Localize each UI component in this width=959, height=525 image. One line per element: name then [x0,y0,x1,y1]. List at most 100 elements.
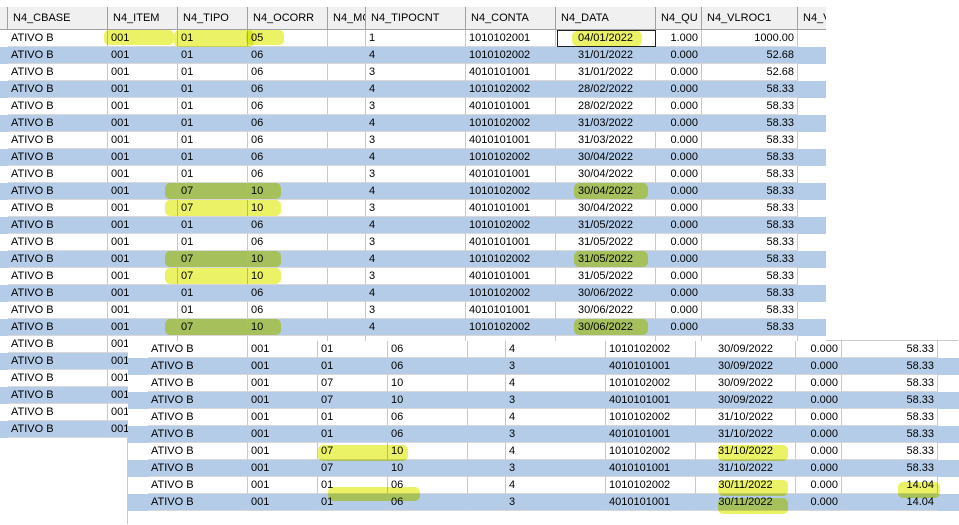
table-cell[interactable]: 0.000 [656,115,702,132]
table-cell[interactable]: 0.000 [656,149,702,166]
table-cell[interactable]: 10 [388,375,468,392]
table-cell[interactable]: 4010101001 [606,494,696,511]
table-cell[interactable]: 1010102002 [466,319,556,336]
table-cell[interactable]: 1010102002 [466,183,556,200]
table-cell[interactable] [468,494,506,511]
table-row[interactable]: ATIVO B 001 01 06 3 4010101001 31/10/2022 0.000… [128,426,959,443]
table-cell[interactable]: 001 [248,460,318,477]
table-cell[interactable]: ATIVO B [8,234,108,251]
table-cell[interactable]: 4010101001 [466,268,556,285]
table-cell[interactable]: 06 [248,81,328,98]
table-cell[interactable] [468,477,506,494]
table-cell[interactable]: 58.33 [842,358,938,375]
table-cell[interactable]: 07 [318,460,388,477]
table-cell[interactable]: 0.000 [796,460,842,477]
table-cell[interactable]: 31/01/2022 [556,64,656,81]
table-row[interactable]: ATIVO B 001 01 06 3 4010101001 30/09/2022 0.000… [128,358,959,375]
table-cell[interactable]: 4010101001 [606,426,696,443]
table-cell[interactable]: 58.33 [702,234,798,251]
table-cell[interactable] [328,47,366,64]
table-cell[interactable]: 4010101001 [606,358,696,375]
table-cell[interactable]: 06 [248,149,328,166]
table-cell[interactable]: 0.000 [656,234,702,251]
table-cell[interactable]: 0.000 [656,285,702,302]
table-cell[interactable]: 07 [318,375,388,392]
table-cell[interactable]: 4 [506,477,606,494]
table-cell[interactable]: 1010102002 [466,285,556,302]
table-row[interactable]: ATIVO B00107104101010200230/06/20220.000… [0,319,826,336]
table-cell[interactable]: ATIVO B [148,375,248,392]
table-cell[interactable]: 001 [108,166,178,183]
table-cell[interactable]: 06 [388,426,468,443]
table-cell[interactable]: 0.000 [796,341,842,358]
table-cell[interactable]: 58.33 [702,285,798,302]
table-cell[interactable]: ATIVO B [148,426,248,443]
column-header[interactable]: N4_ITEM [108,7,178,29]
table-cell[interactable] [328,30,366,47]
table-cell[interactable] [468,392,506,409]
table-cell[interactable] [328,98,366,115]
table-cell[interactable]: 58.33 [702,217,798,234]
table-row[interactable]: ATIVO B 001 01 06 3 4010101001 31/05/2022 0.000… [0,234,826,251]
table-cell[interactable]: ATIVO B [148,443,248,460]
table-cell[interactable] [328,149,366,166]
table-cell[interactable]: ATIVO B [8,217,108,234]
table-cell[interactable]: 31/05/2022 [556,234,656,251]
column-header[interactable]: N4_CONTA [466,7,556,29]
table-cell[interactable]: 06 [388,358,468,375]
table-cell[interactable]: 3 [506,358,606,375]
column-header[interactable]: N4_VLROC1 [702,7,798,29]
table-cell[interactable]: 31/05/2022 [556,268,656,285]
table-cell[interactable]: 58.33 [702,132,798,149]
table-cell[interactable]: 4010101001 [606,460,696,477]
table-cell[interactable]: 01 [178,149,248,166]
table-cell[interactable]: 0.000 [656,132,702,149]
table-cell[interactable]: 31/03/2022 [556,132,656,149]
table-cell[interactable]: ATIVO B [148,477,248,494]
table-cell[interactable]: 10 [388,392,468,409]
table-cell[interactable]: 0.000 [796,392,842,409]
table-cell[interactable]: ATIVO B [8,81,108,98]
column-header[interactable]: N4_V [798,7,826,29]
table-cell[interactable]: 30/06/2022 [556,285,656,302]
table-cell[interactable]: 1010102002 [606,409,696,426]
table-cell[interactable] [328,115,366,132]
column-header[interactable]: N4_TIPO [178,7,248,29]
table-cell[interactable] [328,319,366,336]
table-cell[interactable]: 01 [178,98,248,115]
table-cell[interactable]: 4010101001 [466,64,556,81]
table-row[interactable]: ATIVO B00107104101010200231/05/20220.000… [0,251,826,268]
table-cell[interactable]: 001 [108,98,178,115]
table-cell[interactable]: 3 [366,200,466,217]
table-cell[interactable]: ATIVO B [8,387,108,404]
table-cell[interactable]: 001 [108,302,178,319]
table-cell[interactable]: 58.33 [702,98,798,115]
table-cell[interactable]: 30/09/2022 [696,392,796,409]
table-cell[interactable]: 52.68 [702,64,798,81]
table-cell[interactable] [328,268,366,285]
table-cell[interactable] [468,426,506,443]
table-cell[interactable]: 4 [506,375,606,392]
table-cell[interactable]: 31/05/2022 [556,217,656,234]
table-row[interactable]: ATIVO B00107104101010200231/10/20220.000… [128,443,959,460]
table-cell[interactable]: 1000.00 [702,30,798,47]
table-cell[interactable]: 0.000 [656,98,702,115]
table-cell[interactable]: 58.33 [702,166,798,183]
table-cell[interactable]: 1010102002 [606,375,696,392]
table-cell[interactable]: 4010101001 [466,98,556,115]
table-cell[interactable]: 001 [108,132,178,149]
table-cell[interactable]: 01 [178,132,248,149]
table-cell[interactable]: 001 [248,426,318,443]
table-cell[interactable] [328,285,366,302]
table-cell[interactable]: 58.33 [842,409,938,426]
table-cell[interactable]: 1010102002 [606,443,696,460]
table-cell[interactable]: 001 [108,149,178,166]
table-cell[interactable]: 0.000 [656,319,702,336]
table-cell[interactable]: 4010101001 [466,132,556,149]
table-cell[interactable]: ATIVO B [8,404,108,421]
table-cell[interactable]: 0.000 [656,251,702,268]
table-cell[interactable]: 0.000 [656,183,702,200]
table-cell[interactable]: 0.000 [656,268,702,285]
table-cell[interactable]: 3 [366,166,466,183]
table-cell[interactable]: 4 [366,115,466,132]
